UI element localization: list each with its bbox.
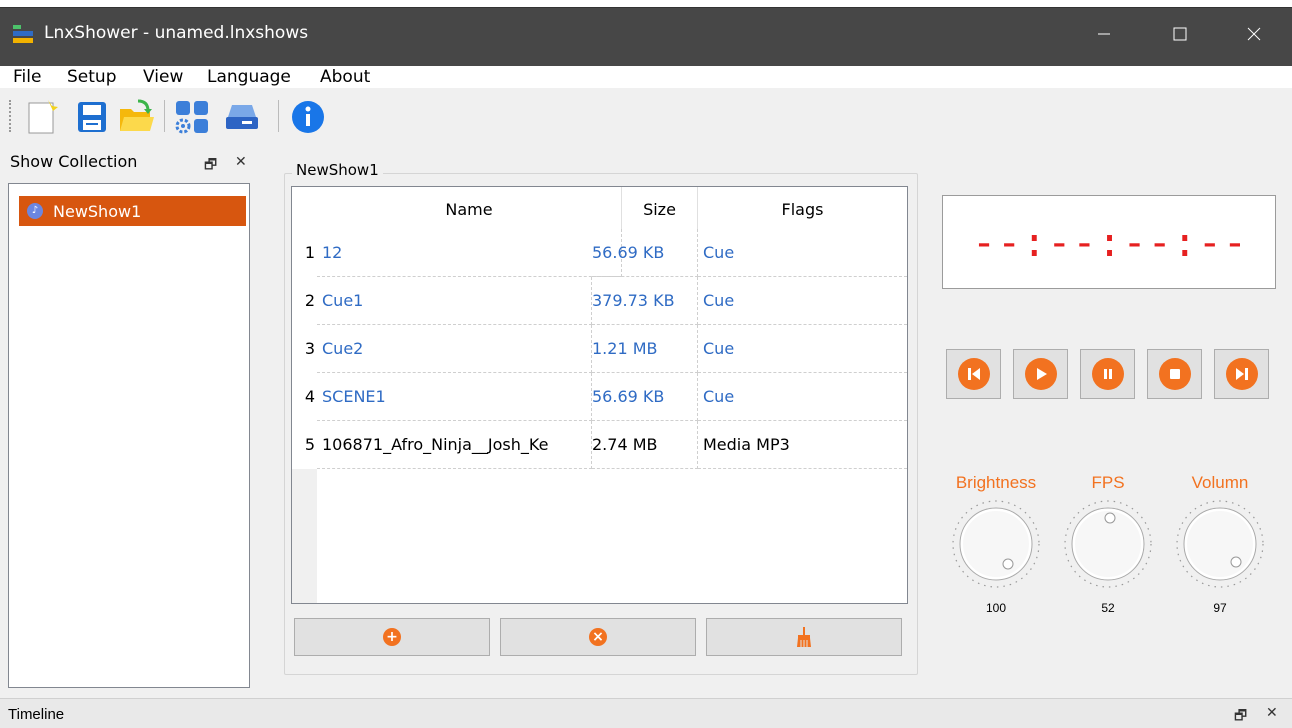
show-collection-title: Show Collection: [10, 152, 138, 171]
table-row[interactable]: 1 12 56.69 KB Cue: [292, 229, 907, 277]
pause-button[interactable]: [1080, 349, 1135, 399]
toolbar-separator: [164, 100, 165, 132]
cell-flags[interactable]: Cue: [698, 325, 907, 373]
dock-close-icon[interactable]: ✕: [235, 154, 247, 170]
toolbar-grip[interactable]: [9, 100, 11, 132]
stop-button[interactable]: [1147, 349, 1202, 399]
open-folder-icon[interactable]: [116, 97, 156, 137]
menu-language[interactable]: Language: [207, 66, 291, 88]
minimize-icon: [1098, 33, 1110, 35]
cell-flags[interactable]: Cue: [698, 373, 907, 421]
close-button[interactable]: [1230, 18, 1278, 50]
info-icon[interactable]: [288, 97, 328, 137]
settings-grid-icon[interactable]: [172, 97, 212, 137]
menu-file[interactable]: File: [13, 66, 41, 88]
fps-knob[interactable]: [1062, 498, 1154, 590]
new-file-icon[interactable]: [22, 97, 62, 137]
menu-setup[interactable]: Setup: [67, 66, 116, 88]
table-row[interactable]: 4 SCENE1 56.69 KB Cue: [292, 373, 907, 421]
title-strip: [0, 0, 1292, 8]
cell-name[interactable]: Cue2: [317, 325, 592, 373]
row-number: 2: [304, 291, 315, 310]
show-collection-list[interactable]: ♪ NewShow1: [8, 183, 250, 688]
show-table[interactable]: Name Size Flags 1 12 56.69 KB Cue 2 Cue1…: [291, 186, 908, 604]
timeline-title: Timeline: [8, 706, 65, 723]
cell-name[interactable]: SCENE1: [317, 373, 592, 421]
cell-size[interactable]: 56.69 KB: [592, 373, 698, 421]
volumn-label: Volumn: [1191, 473, 1249, 492]
close-icon: [1247, 27, 1261, 41]
save-icon[interactable]: [72, 97, 112, 137]
music-icon: ♪: [27, 203, 43, 219]
row-number: 3: [304, 339, 315, 358]
volumn-value: 97: [1213, 601, 1227, 615]
app-icon: [13, 25, 33, 43]
fps-value: 52: [1101, 601, 1115, 615]
add-icon: +: [383, 628, 401, 646]
cell-size[interactable]: 1.21 MB: [592, 325, 698, 373]
cell-name[interactable]: 106871_Afro_Ninja__Josh_Ke: [317, 421, 592, 469]
row-header-fill: [292, 469, 317, 603]
play-button[interactable]: [1013, 349, 1068, 399]
brightness-value: 100: [985, 601, 1007, 615]
device-icon[interactable]: [222, 97, 262, 137]
remove-icon: ×: [589, 628, 607, 646]
cell-flags[interactable]: Cue: [698, 277, 907, 325]
cell-name[interactable]: Cue1: [317, 277, 592, 325]
remove-item-button[interactable]: ×: [500, 618, 696, 656]
maximize-icon: [1173, 27, 1187, 41]
play-icon: [1036, 368, 1047, 380]
maximize-button[interactable]: [1156, 18, 1204, 50]
toolbar-separator: [278, 100, 279, 132]
menu-bar: File Setup View Language About: [0, 66, 1292, 88]
collection-item-newshow1[interactable]: ♪ NewShow1: [19, 196, 246, 226]
stop-icon: [1169, 369, 1180, 379]
cell-flags[interactable]: Cue: [698, 229, 907, 277]
volumn-knob[interactable]: [1174, 498, 1266, 590]
menu-about[interactable]: About: [320, 66, 370, 88]
skip-forward-icon: [1235, 368, 1248, 380]
menu-view[interactable]: View: [143, 66, 183, 88]
cell-flags[interactable]: Media MP3: [698, 421, 907, 469]
table-row[interactable]: 5 106871_Afro_Ninja__Josh_Ke 2.74 MB Med…: [292, 421, 907, 469]
column-header-name[interactable]: Name: [317, 187, 622, 231]
timeline-close-icon[interactable]: ✕: [1266, 705, 1278, 721]
timeline-float-icon[interactable]: 🗗: [1234, 705, 1247, 728]
table-row[interactable]: 2 Cue1 379.73 KB Cue: [292, 277, 907, 325]
cell-size[interactable]: 56.69 KB: [592, 229, 698, 277]
brightness-label: Brightness: [955, 473, 1037, 492]
show-group-title: NewShow1: [292, 161, 383, 179]
skip-forward-button[interactable]: [1214, 349, 1269, 399]
window-title: LnxShower - unamed.lnxshows: [44, 23, 309, 43]
skip-back-icon: [967, 368, 980, 380]
row-number: 5: [304, 435, 315, 454]
table-row[interactable]: 3 Cue2 1.21 MB Cue: [292, 325, 907, 373]
timecode-display: --:--:--:--: [942, 195, 1276, 289]
minimize-button[interactable]: [1080, 18, 1128, 50]
cell-size[interactable]: 2.74 MB: [592, 421, 698, 469]
collection-item-label: NewShow1: [53, 201, 142, 221]
cell-size[interactable]: 379.73 KB: [592, 277, 698, 325]
column-header-size[interactable]: Size: [622, 187, 698, 231]
cell-name[interactable]: 12: [317, 229, 622, 277]
timeline-dock: Timeline 🗗 ✕: [0, 698, 1292, 728]
add-item-button[interactable]: +: [294, 618, 490, 656]
timecode-text: --:--:--:--: [972, 220, 1248, 266]
clear-icon: [797, 627, 811, 647]
title-bar: LnxShower - unamed.lnxshows: [0, 0, 1292, 66]
dock-float-icon[interactable]: 🗗: [204, 154, 217, 178]
brightness-knob[interactable]: [950, 498, 1042, 590]
row-number: 1: [304, 243, 315, 262]
skip-back-button[interactable]: [946, 349, 1001, 399]
toolbar: [0, 94, 1292, 144]
pause-icon: [1103, 369, 1112, 379]
column-header-flags[interactable]: Flags: [698, 187, 907, 231]
clear-items-button[interactable]: [706, 618, 902, 656]
row-number: 4: [304, 387, 315, 406]
fps-label: FPS: [1091, 473, 1125, 492]
